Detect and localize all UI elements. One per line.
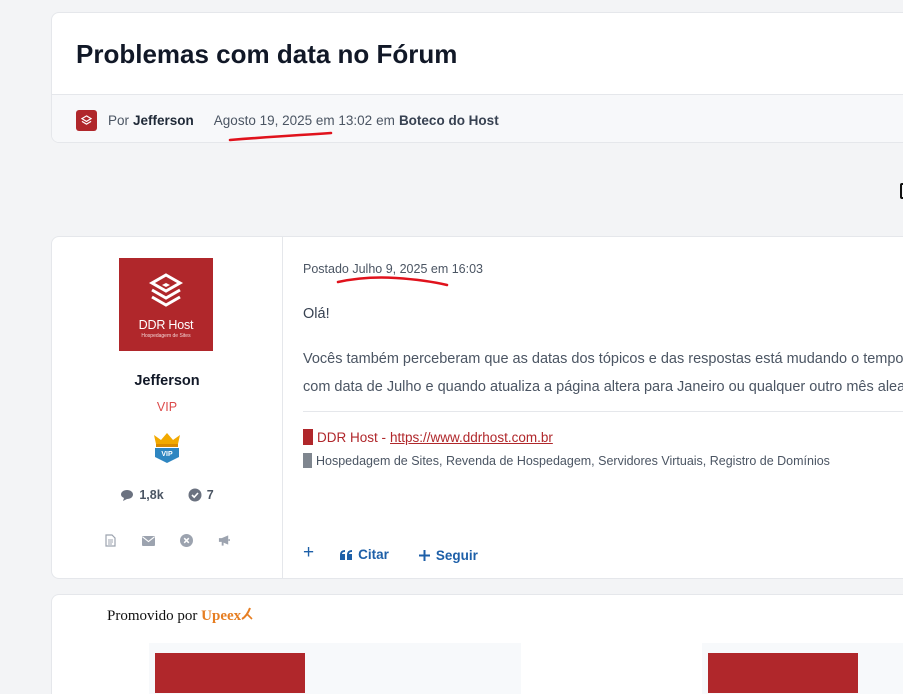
reputation-stat: 7 bbox=[188, 488, 214, 502]
forum-link[interactable]: Boteco do Host bbox=[399, 113, 499, 128]
post-actions: + Citar Seguir bbox=[303, 542, 478, 564]
promoted-image-1[interactable] bbox=[155, 653, 305, 693]
signature-brand: DDR Host - bbox=[317, 429, 387, 445]
quote-label: Citar bbox=[358, 547, 389, 562]
topic-header: Problemas com data no Fórum Por Jefferso… bbox=[51, 12, 903, 143]
document-icon[interactable] bbox=[104, 534, 117, 547]
signature-link[interactable]: https://www.ddrhost.com.br bbox=[390, 430, 553, 445]
author-avatar[interactable]: DDR Host Hospedagem de Sites bbox=[119, 258, 213, 351]
author-stats: 1,8k 7 bbox=[52, 488, 282, 502]
upeex-swoosh-icon bbox=[241, 607, 253, 620]
posts-stat: 1,8k bbox=[120, 488, 164, 502]
author-panel: DDR Host Hospedagem de Sites Jefferson V… bbox=[52, 237, 283, 578]
author-actions bbox=[52, 534, 282, 547]
post-content: Postado Julho 9, 2025 em 16:03 Olá! Você… bbox=[303, 237, 903, 578]
comment-icon bbox=[121, 489, 134, 501]
post-date[interactable]: Postado Julho 9, 2025 em 16:03 bbox=[303, 262, 483, 276]
follow-label: Seguir bbox=[435, 548, 478, 563]
in-label: em bbox=[376, 112, 395, 128]
avatar-brand-name: DDR Host bbox=[138, 318, 194, 332]
posts-count: 1,8k bbox=[139, 488, 164, 502]
reputation-count: 7 bbox=[206, 488, 214, 502]
author-name[interactable]: Jefferson bbox=[52, 373, 282, 389]
signature-services: Hospedagem de Sites, Revenda de Hospedag… bbox=[316, 453, 830, 468]
megaphone-icon[interactable] bbox=[218, 534, 231, 547]
post-text-line-1: Vocês também perceberam que as datas dos… bbox=[303, 351, 903, 367]
signature-divider bbox=[303, 411, 903, 412]
promoted-label: Promovido por Upeex bbox=[107, 607, 253, 625]
avatar-brand-tagline: Hospedagem de Sites bbox=[141, 333, 191, 339]
close-circle-icon[interactable] bbox=[179, 534, 193, 547]
promoted-section: Promovido por Upeex bbox=[51, 594, 903, 694]
check-circle-icon bbox=[188, 488, 202, 502]
promoted-image-2[interactable] bbox=[708, 653, 858, 693]
page-title: Problemas com data no Fórum bbox=[76, 39, 458, 69]
post-text-line-2: com data de Julho e quando atualiza a pá… bbox=[303, 379, 903, 395]
quote-button[interactable]: Citar bbox=[340, 547, 389, 562]
gray-square-icon bbox=[303, 453, 312, 468]
red-square-icon bbox=[303, 429, 313, 445]
post-greeting: Olá! bbox=[303, 306, 330, 322]
author-rank: VIP bbox=[156, 400, 178, 414]
multiquote-button[interactable]: + bbox=[303, 542, 314, 564]
vip-badge-icon: VIP bbox=[154, 433, 180, 463]
signature-line-2: Hospedagem de Sites, Revenda de Hospedag… bbox=[303, 453, 830, 468]
topic-author-link[interactable]: Jefferson bbox=[133, 113, 194, 128]
author-avatar-small[interactable] bbox=[76, 109, 97, 131]
vip-badge-text: VIP bbox=[161, 451, 173, 458]
topic-meta-bar: Por Jefferson Agosto 19, 2025 em 13:02 e… bbox=[52, 94, 903, 142]
topic-date: Agosto 19, 2025 em 13:02 bbox=[213, 112, 373, 128]
envelope-icon[interactable] bbox=[141, 534, 155, 547]
promoted-brand[interactable]: Upeex bbox=[201, 608, 241, 624]
plus-icon bbox=[418, 550, 430, 561]
post-text: Vocês também perceberam que as datas dos… bbox=[303, 345, 903, 401]
promoted-by-text: Promovido por bbox=[107, 608, 198, 624]
plus-icon: + bbox=[303, 542, 315, 563]
follow-button[interactable]: Seguir bbox=[418, 548, 478, 563]
by-label: Por bbox=[108, 112, 130, 128]
ddr-logo-icon bbox=[148, 273, 184, 307]
signature-line-1: DDR Host - https://www.ddrhost.com.br bbox=[303, 429, 553, 445]
post: DDR Host Hospedagem de Sites Jefferson V… bbox=[51, 236, 903, 579]
quote-icon bbox=[340, 549, 353, 560]
